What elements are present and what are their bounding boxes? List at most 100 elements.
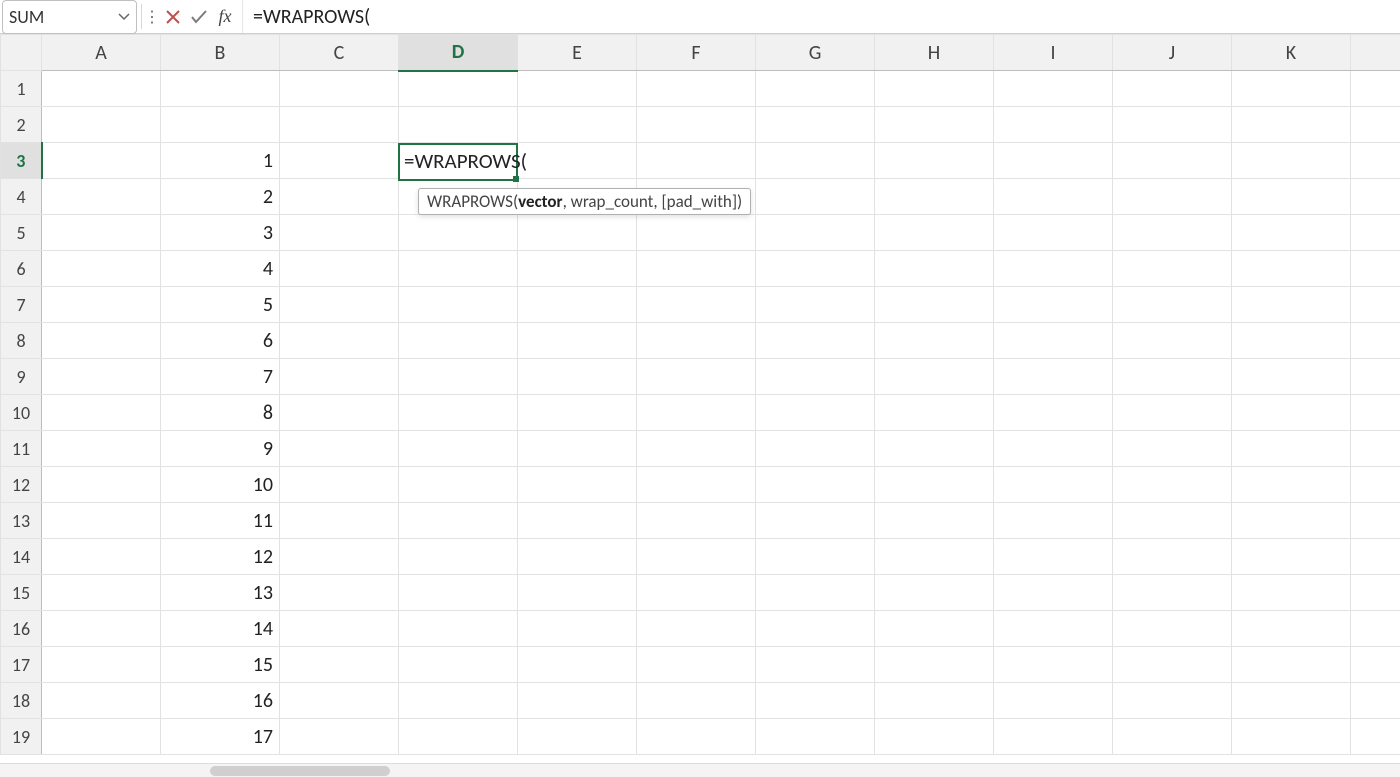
cell-F1[interactable] bbox=[637, 71, 756, 107]
cell-partial-16[interactable] bbox=[1351, 611, 1400, 647]
cell-J7[interactable] bbox=[1113, 287, 1232, 323]
cell-J12[interactable] bbox=[1113, 467, 1232, 503]
accept-button[interactable] bbox=[186, 0, 212, 33]
cell-D5[interactable] bbox=[399, 215, 518, 251]
cell-G9[interactable] bbox=[756, 359, 875, 395]
cell-A7[interactable] bbox=[42, 287, 161, 323]
cell-E14[interactable] bbox=[518, 539, 637, 575]
cell-I2[interactable] bbox=[994, 107, 1113, 143]
cell-K15[interactable] bbox=[1232, 575, 1351, 611]
cell-H6[interactable] bbox=[875, 251, 994, 287]
cell-F13[interactable] bbox=[637, 503, 756, 539]
cell-I19[interactable] bbox=[994, 719, 1113, 755]
cell-C8[interactable] bbox=[280, 323, 399, 359]
cell-K4[interactable] bbox=[1232, 179, 1351, 215]
cell-H10[interactable] bbox=[875, 395, 994, 431]
cell-B4[interactable]: 2 bbox=[161, 179, 280, 215]
cell-K16[interactable] bbox=[1232, 611, 1351, 647]
cell-C14[interactable] bbox=[280, 539, 399, 575]
row-header-4[interactable]: 4 bbox=[1, 179, 42, 215]
cell-G2[interactable] bbox=[756, 107, 875, 143]
cell-A5[interactable] bbox=[42, 215, 161, 251]
cell-I15[interactable] bbox=[994, 575, 1113, 611]
cell-H9[interactable] bbox=[875, 359, 994, 395]
cell-partial-1[interactable] bbox=[1351, 71, 1400, 107]
cell-B13[interactable]: 11 bbox=[161, 503, 280, 539]
cell-partial-17[interactable] bbox=[1351, 647, 1400, 683]
cell-A18[interactable] bbox=[42, 683, 161, 719]
cell-K14[interactable] bbox=[1232, 539, 1351, 575]
cell-G6[interactable] bbox=[756, 251, 875, 287]
cell-F14[interactable] bbox=[637, 539, 756, 575]
cell-C4[interactable] bbox=[280, 179, 399, 215]
cell-I10[interactable] bbox=[994, 395, 1113, 431]
cell-J18[interactable] bbox=[1113, 683, 1232, 719]
cell-F11[interactable] bbox=[637, 431, 756, 467]
row-header-14[interactable]: 14 bbox=[1, 539, 42, 575]
cell-H8[interactable] bbox=[875, 323, 994, 359]
cell-J17[interactable] bbox=[1113, 647, 1232, 683]
cell-partial-7[interactable] bbox=[1351, 287, 1400, 323]
formula-input[interactable]: =WRAPROWS( bbox=[242, 0, 1400, 33]
cell-B11[interactable]: 9 bbox=[161, 431, 280, 467]
cell-J14[interactable] bbox=[1113, 539, 1232, 575]
cell-B14[interactable]: 12 bbox=[161, 539, 280, 575]
cell-A9[interactable] bbox=[42, 359, 161, 395]
cancel-button[interactable] bbox=[160, 0, 186, 33]
cell-C12[interactable] bbox=[280, 467, 399, 503]
cell-J4[interactable] bbox=[1113, 179, 1232, 215]
cell-A4[interactable] bbox=[42, 179, 161, 215]
cell-A17[interactable] bbox=[42, 647, 161, 683]
cell-G4[interactable] bbox=[756, 179, 875, 215]
cell-C9[interactable] bbox=[280, 359, 399, 395]
column-header-K[interactable]: K bbox=[1232, 35, 1351, 71]
cell-H18[interactable] bbox=[875, 683, 994, 719]
column-header-H[interactable]: H bbox=[875, 35, 994, 71]
cell-C18[interactable] bbox=[280, 683, 399, 719]
cell-B1[interactable] bbox=[161, 71, 280, 107]
cell-D15[interactable] bbox=[399, 575, 518, 611]
cell-I12[interactable] bbox=[994, 467, 1113, 503]
cell-C11[interactable] bbox=[280, 431, 399, 467]
cell-J13[interactable] bbox=[1113, 503, 1232, 539]
cell-I4[interactable] bbox=[994, 179, 1113, 215]
cell-partial-3[interactable] bbox=[1351, 143, 1400, 179]
row-header-8[interactable]: 8 bbox=[1, 323, 42, 359]
cell-G16[interactable] bbox=[756, 611, 875, 647]
cell-H16[interactable] bbox=[875, 611, 994, 647]
cell-K9[interactable] bbox=[1232, 359, 1351, 395]
cell-G11[interactable] bbox=[756, 431, 875, 467]
cell-E13[interactable] bbox=[518, 503, 637, 539]
cell-A16[interactable] bbox=[42, 611, 161, 647]
cell-B8[interactable]: 6 bbox=[161, 323, 280, 359]
cell-E18[interactable] bbox=[518, 683, 637, 719]
scrollbar-thumb[interactable] bbox=[210, 766, 390, 776]
cell-J5[interactable] bbox=[1113, 215, 1232, 251]
cell-partial-12[interactable] bbox=[1351, 467, 1400, 503]
cell-K5[interactable] bbox=[1232, 215, 1351, 251]
cell-B16[interactable]: 14 bbox=[161, 611, 280, 647]
column-header-E[interactable]: E bbox=[518, 35, 637, 71]
more-icon[interactable]: ⋮ bbox=[144, 0, 160, 33]
cell-H14[interactable] bbox=[875, 539, 994, 575]
cell-I5[interactable] bbox=[994, 215, 1113, 251]
cell-B2[interactable] bbox=[161, 107, 280, 143]
cell-G10[interactable] bbox=[756, 395, 875, 431]
cell-A19[interactable] bbox=[42, 719, 161, 755]
cell-E10[interactable] bbox=[518, 395, 637, 431]
function-tooltip[interactable]: WRAPROWS(vector, wrap_count, [pad_with]) bbox=[418, 188, 751, 215]
cell-J9[interactable] bbox=[1113, 359, 1232, 395]
cell-B19[interactable]: 17 bbox=[161, 719, 280, 755]
cell-I17[interactable] bbox=[994, 647, 1113, 683]
cell-E5[interactable] bbox=[518, 215, 637, 251]
cell-C15[interactable] bbox=[280, 575, 399, 611]
cell-J2[interactable] bbox=[1113, 107, 1232, 143]
cell-D1[interactable] bbox=[399, 71, 518, 107]
cell-G19[interactable] bbox=[756, 719, 875, 755]
cell-K11[interactable] bbox=[1232, 431, 1351, 467]
cell-K7[interactable] bbox=[1232, 287, 1351, 323]
cell-G17[interactable] bbox=[756, 647, 875, 683]
cell-G7[interactable] bbox=[756, 287, 875, 323]
cell-D8[interactable] bbox=[399, 323, 518, 359]
cell-G3[interactable] bbox=[756, 143, 875, 179]
